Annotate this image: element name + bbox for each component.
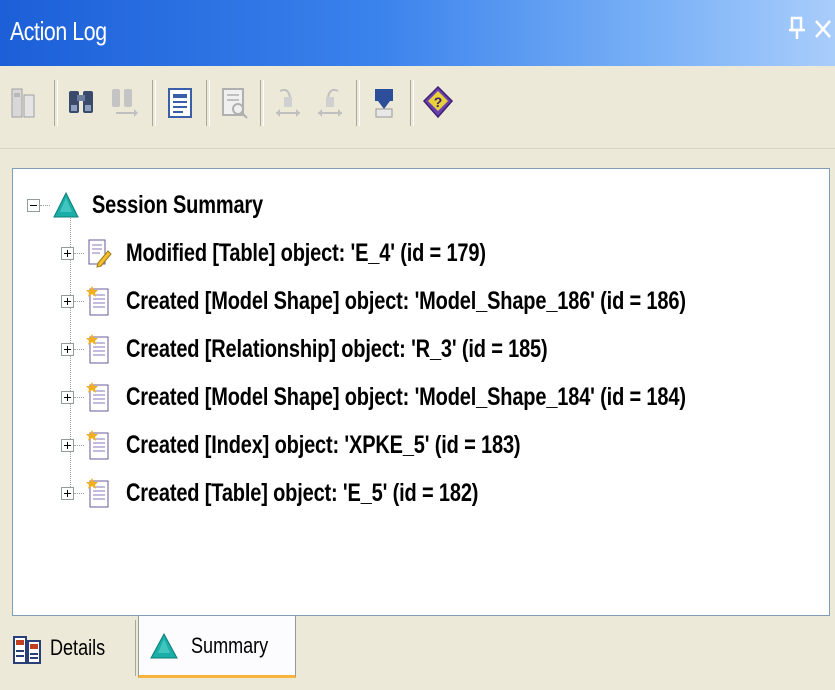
find-next-icon[interactable] [104,78,144,128]
tab-details-label: Details [50,635,106,660]
tree-item[interactable]: Created [Model Shape] object: 'Model_Sha… [61,281,826,321]
summary-triangle-icon [52,190,80,220]
tree-item[interactable]: Created [Index] object: 'XPKE_5' (id = 1… [61,425,619,465]
expand-icon[interactable] [61,246,74,260]
tree-item-label: Created [Table] object: 'E_5' (id = 182) [126,478,479,507]
expand-icon[interactable] [61,486,74,500]
preview-icon[interactable] [214,78,254,128]
modified-doc-icon [86,237,112,269]
tab-details[interactable]: Details [4,620,136,676]
tree-item-label: Created [Index] object: 'XPKE_5' (id = 1… [126,430,521,459]
created-doc-icon [86,477,112,509]
tree-item-label: Created [Relationship] object: 'R_3' (id… [126,334,548,363]
title-bar: Action Log [0,0,835,66]
tree-root-row[interactable]: Session Summary [27,185,306,225]
created-doc-icon [86,285,112,317]
pin-icon[interactable] [786,12,808,44]
summary-triangle-icon [149,631,179,661]
redo-to-icon[interactable] [310,78,350,128]
action-log-tree: Session Summary Modified [Table] object:… [12,168,830,616]
tree-item[interactable]: Created [Model Shape] object: 'Model_Sha… [61,377,826,417]
tree-item[interactable]: Created [Table] object: 'E_5' (id = 182) [61,473,566,513]
tree-root-label: Session Summary [92,190,264,219]
tab-summary[interactable]: Summary [138,616,296,678]
tab-summary-label: Summary [191,632,269,658]
tree-item-label: Created [Model Shape] object: 'Model_Sha… [126,382,686,411]
close-icon[interactable] [812,12,834,44]
created-doc-icon [86,381,112,413]
expand-icon[interactable] [61,342,74,356]
created-doc-icon [86,333,112,365]
find-icon[interactable] [62,78,102,128]
expand-icon[interactable] [61,390,74,404]
toolbar: ? [0,66,835,149]
details-tab-icon [12,631,42,665]
expand-icon[interactable] [61,294,74,308]
view-tabs: Details Summary [0,616,835,690]
created-doc-icon [86,429,112,461]
window-title: Action Log [10,16,107,46]
expand-icon[interactable] [61,438,74,452]
tree-item[interactable]: Created [Relationship] object: 'R_3' (id… [61,329,653,369]
undo-to-icon[interactable] [268,78,308,128]
collapse-icon[interactable] [27,198,40,212]
tree-item[interactable]: Modified [Table] object: 'E_4' (id = 179… [61,233,576,273]
details-view-icon[interactable] [4,78,44,128]
help-icon[interactable]: ? [418,78,458,128]
tree-item-label: Modified [Table] object: 'E_4' (id = 179… [126,238,486,267]
filter-icon[interactable] [364,78,404,128]
tree-item-label: Created [Model Shape] object: 'Model_Sha… [126,286,686,315]
properties-icon[interactable] [160,78,200,128]
svg-text:?: ? [434,94,443,110]
